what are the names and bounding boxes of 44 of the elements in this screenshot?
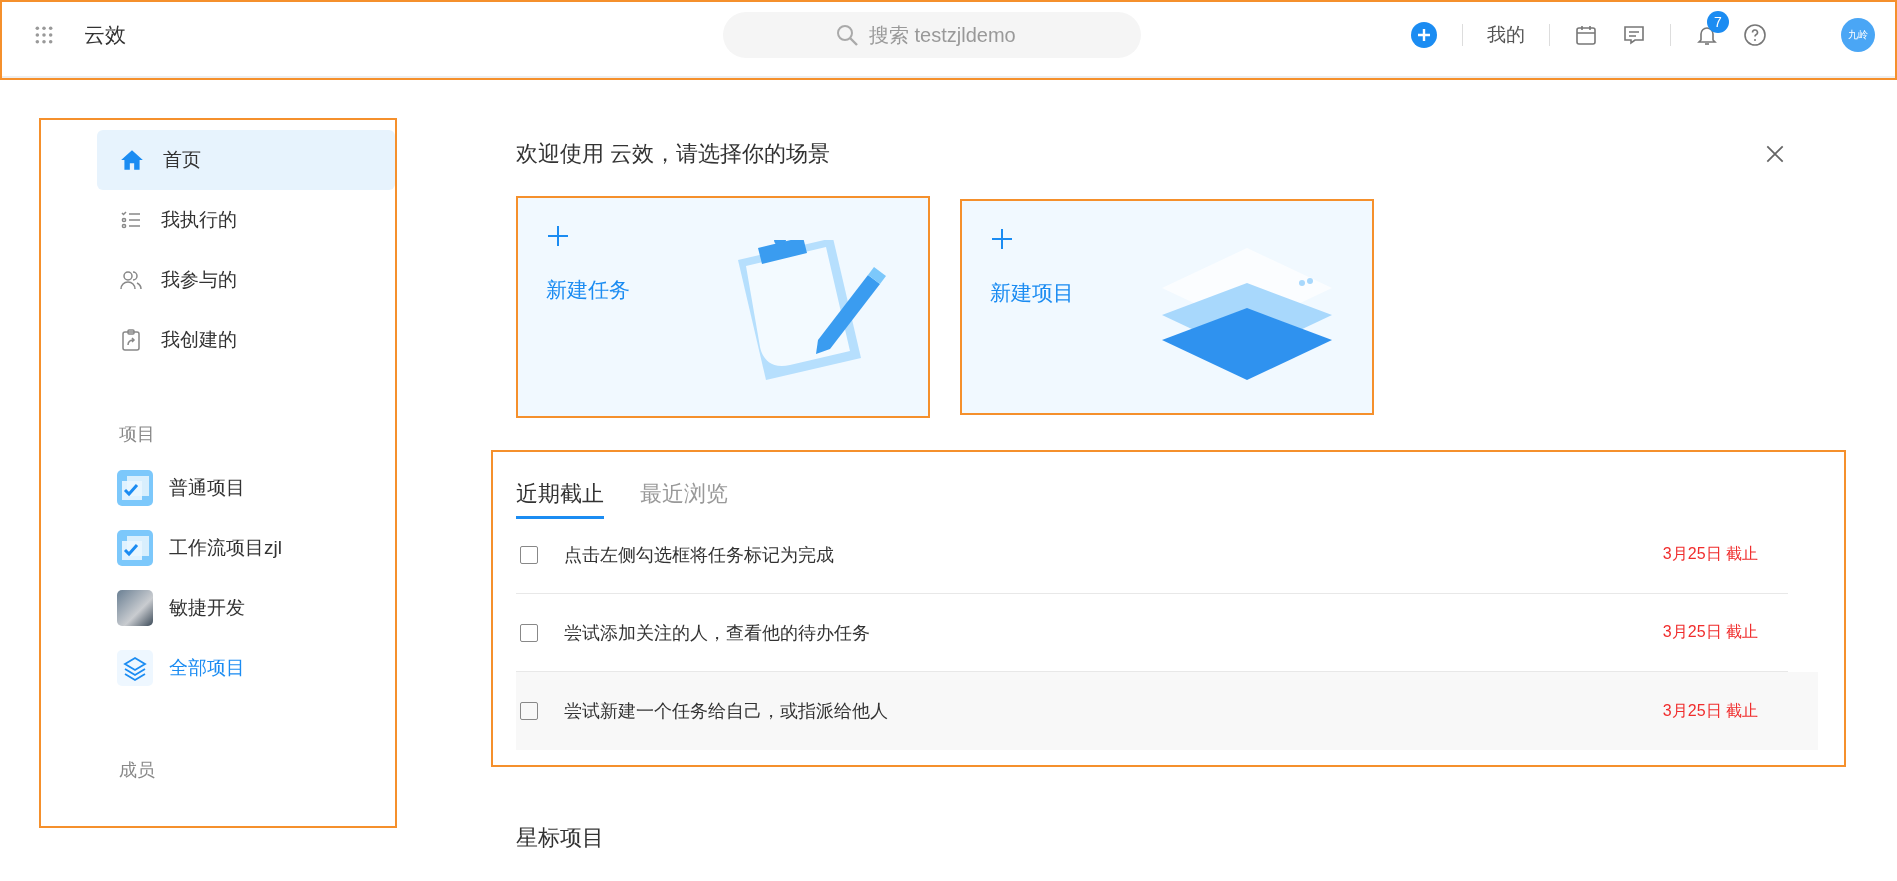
task-checkbox[interactable] <box>520 623 538 642</box>
card-label: 新建任务 <box>546 277 630 303</box>
search-icon <box>835 23 859 47</box>
clipboard-icon <box>119 328 143 352</box>
project-item[interactable]: 工作流项目zjl <box>97 518 395 578</box>
project-item[interactable]: 普通项目 <box>97 458 395 518</box>
plus-icon <box>990 227 1014 251</box>
calendar-icon[interactable] <box>1574 23 1598 47</box>
task-checkbox[interactable] <box>520 702 538 720</box>
task-checkbox[interactable] <box>520 545 538 564</box>
due-date: 3月25日 截止 <box>1662 622 1758 642</box>
section-heading: 成员 <box>119 759 156 782</box>
layers-icon <box>117 650 153 686</box>
welcome-title: 欢迎使用 云效，请选择你的场景 <box>516 140 831 168</box>
section-heading: 项目 <box>119 423 156 446</box>
section-title: 星标项目 <box>516 824 605 852</box>
task-row[interactable]: 点击左侧勾选框将任务标记为完成 3月25日 截止 <box>516 516 1788 594</box>
add-icon[interactable] <box>1410 21 1438 49</box>
due-date: 3月25日 截止 <box>1662 544 1758 564</box>
app-name: 云效 <box>84 22 126 48</box>
project-icon <box>117 530 153 566</box>
search-field[interactable]: 搜索 testzjldemo <box>723 12 1141 58</box>
card-label: 新建项目 <box>990 280 1074 306</box>
task-title: 点击左侧勾选框将任务标记为完成 <box>564 543 834 567</box>
photo-placeholder <box>117 590 153 626</box>
close-icon[interactable] <box>1764 143 1786 165</box>
people-icon <box>119 268 143 292</box>
nav-item[interactable]: 我创建的 <box>97 310 395 370</box>
task-title: 尝试新建一个任务给自己，或指派给他人 <box>564 700 888 723</box>
task-title: 尝试添加关注的人，查看他的待办任务 <box>564 621 870 645</box>
notification-badge: 7 <box>1707 11 1729 33</box>
list-tab[interactable]: 近期截止 <box>516 472 604 519</box>
my-link[interactable]: 我的 <box>1487 22 1525 48</box>
project-item[interactable]: 敏捷开发 <box>97 578 395 638</box>
plus-icon <box>546 224 570 248</box>
app-grid-icon[interactable] <box>34 25 54 45</box>
due-date: 3月25日 截止 <box>1662 700 1758 721</box>
project-icon <box>117 470 153 506</box>
nav-item[interactable]: 我参与的 <box>97 250 395 310</box>
message-icon[interactable] <box>1622 23 1646 47</box>
nav-item[interactable]: 首页 <box>97 130 395 190</box>
help-icon[interactable] <box>1743 23 1767 47</box>
nav-item[interactable]: 我执行的 <box>97 190 395 250</box>
task-row[interactable]: 尝试新建一个任务给自己，或指派给他人 3月25日 截止 <box>516 672 1818 750</box>
